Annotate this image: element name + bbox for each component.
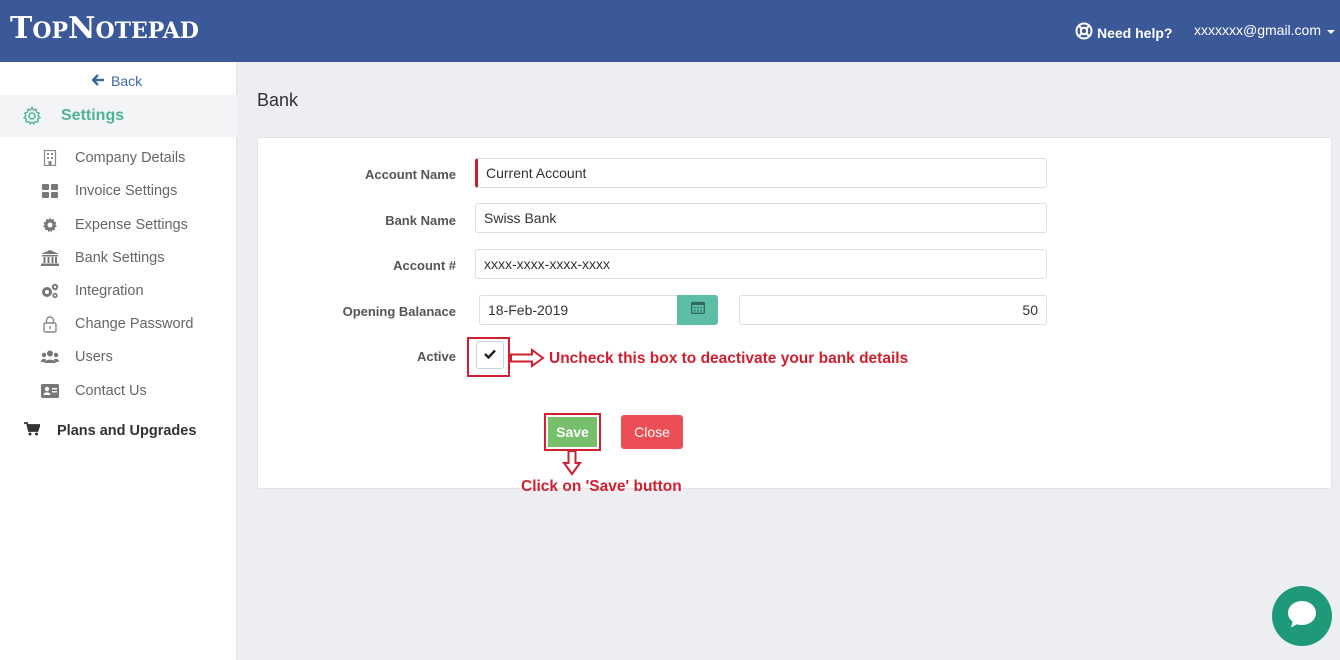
chat-bubble-icon: [1285, 598, 1319, 635]
bank-name-input[interactable]: Swiss Bank: [475, 203, 1047, 233]
back-link[interactable]: Back: [91, 73, 142, 89]
calendar-button[interactable]: [677, 295, 718, 325]
caret-down-icon: [1327, 22, 1336, 38]
calendar-icon: [690, 301, 705, 319]
checkmark-icon: [484, 346, 496, 364]
active-label: Active: [416, 349, 456, 364]
sidebar-item-expense-settings[interactable]: Expense Settings: [40, 213, 188, 237]
account-number-label: Account #: [393, 258, 456, 273]
gear-icon: [40, 215, 60, 235]
bank-icon: [40, 248, 60, 268]
opening-amount-input[interactable]: 50: [739, 295, 1047, 325]
users-icon: [40, 347, 60, 367]
bank-name-label: Bank Name: [385, 213, 456, 228]
sidebar-item-users[interactable]: Users: [40, 345, 113, 369]
arrow-left-icon: [91, 73, 105, 89]
active-checkbox[interactable]: [476, 341, 504, 369]
lock-icon: [40, 314, 60, 334]
app-logo[interactable]: TOPNOTEPAD: [10, 11, 199, 49]
account-number-input[interactable]: xxxx-xxxx-xxxx-xxxx: [475, 249, 1047, 279]
save-button[interactable]: Save: [548, 417, 597, 447]
contact-card-icon: [40, 381, 60, 401]
help-link[interactable]: Need help?: [1075, 22, 1172, 43]
gears-icon: [40, 281, 60, 301]
annotation-save-note: Click on 'Save' button: [521, 478, 682, 495]
annotation-arrow-right-icon: [510, 348, 545, 368]
annotation-arrow-down-icon: [562, 450, 582, 476]
sidebar-item-contact-us[interactable]: Contact Us: [40, 379, 147, 403]
sidebar-item-bank-settings[interactable]: Bank Settings: [40, 246, 164, 270]
opening-balance-label: Opening Balanace: [342, 304, 456, 319]
cart-icon: [24, 422, 41, 440]
sidebar-item-settings[interactable]: Settings: [0, 95, 237, 137]
annotation-checkbox-note: Uncheck this box to deactivate your bank…: [549, 350, 909, 367]
close-button[interactable]: Close: [621, 415, 683, 449]
user-menu[interactable]: xxxxxxx@gmail.com: [1194, 22, 1336, 38]
sidebar-item-plans-upgrades[interactable]: Plans and Upgrades: [24, 422, 196, 440]
sidebar-settings-label: Settings: [61, 107, 125, 124]
sidebar: Back Settings Company Details Invoice Se…: [0, 62, 237, 660]
account-name-label: Account Name: [364, 167, 456, 182]
sidebar-item-integration[interactable]: Integration: [40, 279, 144, 303]
gear-icon: [22, 106, 42, 131]
opening-date-input[interactable]: 18-Feb-2019: [479, 295, 678, 325]
grid-icon: [40, 181, 60, 201]
building-icon: [40, 148, 60, 168]
sidebar-item-invoice-settings[interactable]: Invoice Settings: [40, 179, 177, 203]
page-title: Bank: [257, 90, 299, 110]
lifebuoy-icon: [1075, 22, 1093, 43]
chat-widget-button[interactable]: [1272, 586, 1332, 646]
account-name-input[interactable]: Current Account: [475, 158, 1047, 188]
top-bar: TOPNOTEPAD Need help? xxxxxxx@gmail.com: [0, 0, 1340, 62]
sidebar-item-company-details[interactable]: Company Details: [40, 146, 185, 170]
sidebar-item-change-password[interactable]: Change Password: [40, 312, 194, 336]
